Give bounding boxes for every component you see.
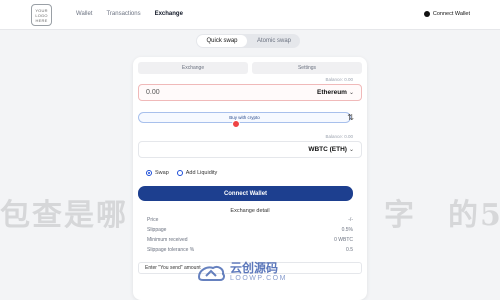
from-token-label: Ethereum bbox=[316, 89, 347, 96]
enter-amount-notice[interactable]: Enter "You send" amount bbox=[138, 262, 362, 274]
radio-add-liquidity[interactable]: Add Liquidity bbox=[176, 170, 218, 176]
chevron-down-icon: ⌄ bbox=[348, 147, 354, 153]
mode-atomic-swap[interactable]: Atomic swap bbox=[249, 35, 299, 47]
connect-wallet-button[interactable]: Connect Wallet bbox=[138, 186, 353, 201]
nav-link-wallet[interactable]: Wallet bbox=[76, 11, 92, 17]
card-tabs: Exchange Settings bbox=[138, 62, 362, 74]
to-amount-box: WBTC (ETH) ⌄ bbox=[138, 141, 362, 158]
info-label: Slippage tolerance % bbox=[147, 247, 195, 253]
exchange-card: Exchange Settings Balance: 0.00 Ethereum… bbox=[133, 57, 367, 300]
info-value: 0.5 bbox=[346, 247, 353, 253]
swap-vertical-icon[interactable]: ⇅ bbox=[347, 113, 354, 122]
tab-settings[interactable]: Settings bbox=[252, 62, 362, 74]
info-value: 0.5% bbox=[341, 227, 353, 233]
nav-link-transactions[interactable]: Transactions bbox=[106, 11, 140, 17]
wallet-status-icon bbox=[423, 11, 430, 17]
logo[interactable]: YOUR LOGO HERE bbox=[31, 4, 52, 26]
info-row: Slippage tolerance % 0.5 bbox=[147, 247, 353, 255]
info-value: 0 WBTC bbox=[334, 237, 353, 243]
top-nav-bar: YOUR LOGO HERE Wallet Transactions Excha… bbox=[0, 0, 500, 30]
chevron-down-icon: ⌄ bbox=[348, 90, 354, 96]
from-token-select[interactable]: Ethereum ⌄ bbox=[317, 89, 354, 96]
info-row: Minimum received 0 WBTC bbox=[147, 237, 353, 245]
nav-link-exchange[interactable]: Exchange bbox=[155, 11, 183, 17]
radio-swap[interactable]: Swap bbox=[146, 170, 169, 176]
info-label: Slippage bbox=[147, 227, 167, 233]
mode-quick-swap[interactable]: Quick swap bbox=[197, 35, 247, 47]
info-row: Price -/- bbox=[147, 217, 353, 225]
logo-line-3: HERE bbox=[35, 17, 48, 23]
cursor-indicator-dot bbox=[232, 120, 240, 128]
info-label: Price bbox=[147, 217, 159, 223]
to-amount-input[interactable] bbox=[146, 146, 246, 153]
radio-add-liquidity-label: Add Liquidity bbox=[185, 170, 218, 176]
route-options: Swap Add Liquidity bbox=[146, 170, 217, 176]
radio-unchecked-icon bbox=[176, 170, 183, 176]
buy-with-crypto-button[interactable]: Buy with crypto bbox=[138, 112, 351, 123]
from-amount-input[interactable] bbox=[146, 89, 246, 96]
tab-exchange[interactable]: Exchange bbox=[138, 62, 248, 74]
info-label: Minimum received bbox=[147, 237, 188, 243]
radio-swap-label: Swap bbox=[155, 170, 169, 176]
nav-links: Wallet Transactions Exchange bbox=[76, 11, 197, 17]
radio-checked-icon bbox=[146, 170, 152, 176]
to-token-select[interactable]: WBTC (ETH) ⌄ bbox=[308, 146, 354, 153]
info-row: Slippage 0.5% bbox=[147, 227, 353, 235]
from-amount-box: Ethereum ⌄ bbox=[138, 84, 362, 101]
enter-amount-text: Enter "You send" amount bbox=[145, 265, 201, 271]
connect-wallet-link-label: Connect Wallet bbox=[432, 11, 470, 17]
to-token-label: WBTC (ETH) bbox=[308, 146, 347, 153]
info-value: -/- bbox=[348, 217, 353, 223]
from-balance: Balance: 0.00 bbox=[325, 77, 353, 82]
swap-mode-toggle: Quick swap Atomic swap bbox=[196, 34, 300, 48]
connect-wallet-link[interactable]: Connect Wallet bbox=[423, 11, 470, 17]
to-balance: Balance: 0.00 bbox=[325, 134, 353, 139]
exchange-detail-title: Exchange detail bbox=[230, 208, 270, 214]
